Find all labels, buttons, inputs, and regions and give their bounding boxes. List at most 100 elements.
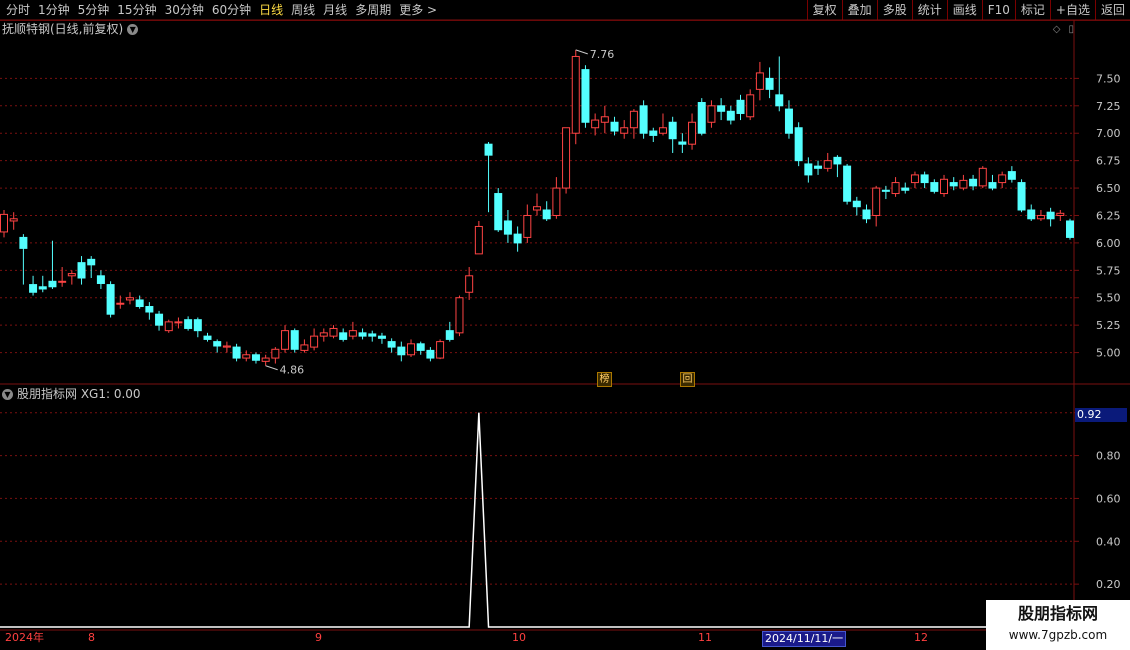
- watermark: 股朋指标网 www.7gpzb.com: [986, 600, 1130, 650]
- candle-body-53: [513, 233, 522, 244]
- selected-date-box: 2024/11/11/一: [762, 631, 847, 647]
- candle-body-0: [0, 213, 8, 233]
- candle-body-23: [222, 345, 231, 348]
- candle-body-100: [969, 178, 978, 187]
- candle-body-8: [77, 262, 86, 279]
- ind-tick-label-2: 0.60: [1096, 492, 1121, 505]
- candle-body-5: [48, 280, 57, 288]
- price-tick-label-7: 5.75: [1096, 264, 1121, 277]
- candle-body-2: [19, 236, 28, 249]
- candle-body-84: [814, 165, 823, 169]
- xg1-line: [0, 412, 1074, 628]
- candle-body-6: [58, 280, 67, 283]
- return-tag[interactable]: 回: [680, 372, 695, 387]
- candle-body-98: [949, 182, 958, 187]
- candle-body-25: [242, 354, 251, 359]
- candle-body-21: [203, 335, 212, 340]
- candle-body-33: [319, 332, 328, 337]
- timeline-label-sep: 9: [315, 631, 322, 644]
- ind-tick-label-4: 0.20: [1096, 578, 1121, 591]
- candle-body-29: [281, 330, 290, 350]
- current-value-box: 0.92: [1075, 408, 1127, 422]
- candle-body-7: [67, 273, 76, 277]
- candle-body-96: [930, 182, 939, 192]
- candle-body-108: [1046, 211, 1055, 220]
- candle-body-51: [494, 193, 503, 231]
- candle-body-37: [358, 332, 367, 337]
- low-pointer: [265, 365, 278, 371]
- candle-body-3: [29, 284, 38, 293]
- candle-body-46: [445, 330, 454, 340]
- candle-body-88: [852, 200, 861, 208]
- candle-body-48: [465, 275, 474, 293]
- rank-tag[interactable]: 榜: [597, 372, 612, 387]
- watermark-title: 股朋指标网: [1017, 604, 1098, 623]
- timeline-label-aug: 8: [88, 631, 95, 644]
- timeline-label-nov: 11: [698, 631, 712, 644]
- price-tick-label-4: 6.50: [1096, 182, 1121, 195]
- candle-body-56: [542, 209, 551, 220]
- candle-body-58: [562, 127, 571, 189]
- watermark-url: www.7gpzb.com: [1008, 628, 1108, 642]
- candle-body-15: [145, 306, 154, 313]
- candle-body-76: [736, 99, 745, 114]
- candle-body-90: [872, 187, 881, 216]
- candle-body-12: [116, 302, 125, 305]
- candle-body-4: [38, 286, 47, 290]
- candle-body-77: [746, 94, 755, 118]
- candle-body-97: [940, 178, 949, 195]
- candle-body-36: [348, 330, 357, 337]
- candle-body-93: [901, 187, 910, 191]
- candle-body-107: [1036, 214, 1045, 220]
- candle-body-34: [329, 327, 338, 337]
- candle-body-45: [436, 341, 445, 359]
- candle-body-89: [862, 209, 871, 220]
- candle-body-40: [387, 341, 396, 348]
- candle-body-60: [581, 69, 590, 123]
- indicator-title-bar: ▼ 股朋指标网 XG1: 0.00: [2, 386, 141, 402]
- candle-body-47: [455, 297, 464, 334]
- candle-body-102: [988, 182, 997, 189]
- timeline-label-year: 2024年: [5, 631, 44, 644]
- candle-body-94: [910, 174, 919, 184]
- candlestick-chart: 7.50 7.25 7.00 6.75 6.50 6.25 6.00 5.75 5.50 5.25…: [0, 19, 1130, 631]
- chevron-down-icon[interactable]: ▼: [2, 389, 13, 400]
- candle-body-9: [87, 258, 96, 266]
- candle-body-38: [368, 333, 377, 337]
- candle-body-80: [775, 94, 784, 107]
- candle-body-32: [310, 335, 319, 348]
- price-tick-label-8: 5.50: [1096, 292, 1121, 305]
- candle-body-59: [571, 55, 580, 134]
- candle-body-13: [125, 297, 134, 301]
- candle-body-66: [639, 105, 648, 134]
- candle-body-57: [552, 187, 561, 216]
- timeline-label-dec: 12: [914, 631, 928, 644]
- candle-body-24: [232, 346, 241, 359]
- candle-body-95: [920, 174, 929, 184]
- price-tick-label-6: 6.00: [1096, 237, 1121, 250]
- candle-body-50: [484, 143, 493, 156]
- candle-body-63: [610, 121, 619, 132]
- candle-body-52: [503, 220, 512, 235]
- candle-body-110: [1066, 220, 1074, 238]
- ind-tick-label-3: 0.40: [1096, 535, 1121, 548]
- candle-body-55: [533, 206, 541, 211]
- candle-body-18: [174, 321, 183, 324]
- candle-body-19: [184, 319, 193, 329]
- price-tick-label-1: 7.25: [1096, 100, 1121, 113]
- candle-body-22: [213, 341, 222, 347]
- candle-body-104: [1007, 171, 1016, 180]
- candle-body-1: [9, 218, 18, 222]
- candle-body-81: [784, 108, 793, 134]
- candle-body-68: [658, 127, 667, 134]
- candle-body-11: [106, 284, 115, 315]
- candle-body-109: [1056, 212, 1065, 216]
- candle-body-69: [668, 121, 677, 140]
- candle-body-103: [998, 174, 1007, 184]
- candle-body-101: [978, 167, 987, 187]
- candle-body-67: [649, 130, 658, 136]
- candle-body-71: [688, 121, 697, 145]
- indicator-title: 股朋指标网 XG1: 0.00: [17, 387, 141, 401]
- candle-body-72: [697, 102, 706, 134]
- candle-body-20: [193, 319, 202, 332]
